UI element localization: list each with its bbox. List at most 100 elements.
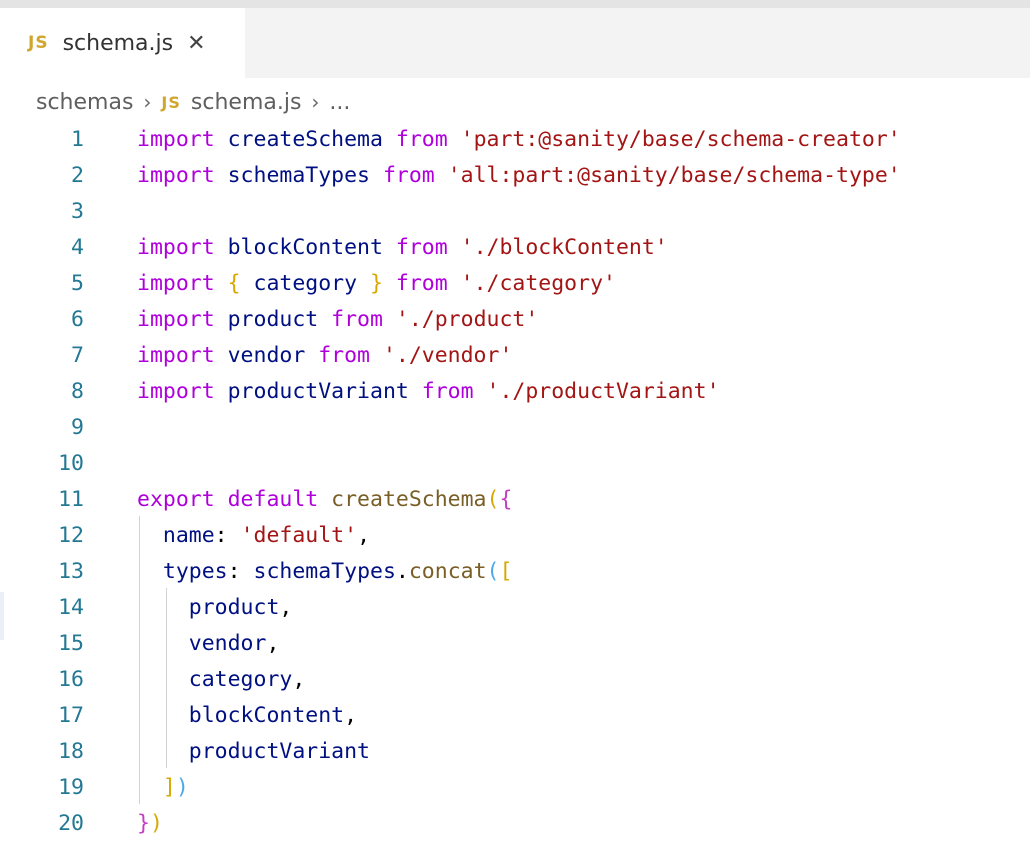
code-line[interactable]: 15 vendor, [0, 626, 1030, 662]
code-token: , [357, 523, 371, 548]
code-token: schemaTypes [253, 559, 396, 584]
code-line[interactable]: 20}) [0, 806, 1030, 842]
code-line[interactable]: 6 import product from './product' [0, 302, 1030, 338]
code-line[interactable]: 17 blockContent, [0, 698, 1030, 734]
code-line[interactable]: 3 [0, 194, 1030, 230]
code-token: } [137, 811, 150, 836]
code-text: name: 'default', [137, 518, 370, 554]
code-text: import blockContent from './blockContent… [137, 230, 668, 266]
code-token: from [395, 271, 461, 296]
tab-label: schema.js [62, 30, 174, 56]
code-token: blockContent [227, 235, 396, 260]
code-token: 'all:part:@sanity/base/schema-type' [447, 163, 901, 188]
breadcrumb-symbol-more[interactable]: ... [329, 90, 350, 115]
code-line[interactable]: 7 import vendor from './vendor' [0, 338, 1030, 374]
close-icon[interactable]: ✕ [187, 31, 205, 56]
code-token: ] [162, 775, 176, 800]
code-line[interactable]: 18 productVariant [0, 734, 1030, 770]
code-token: from [318, 343, 383, 368]
code-token: ( [486, 487, 500, 512]
line-number: 15 [58, 631, 84, 656]
code-text: productVariant [137, 734, 370, 770]
line-number: 13 [58, 559, 84, 584]
code-token: . [395, 559, 409, 584]
code-token: { [227, 271, 254, 296]
code-token: 'default' [240, 523, 358, 548]
line-number: 9 [71, 415, 84, 440]
code-line[interactable]: 11 export default createSchema({ [0, 482, 1030, 518]
code-line[interactable]: 19 ]) [0, 770, 1030, 806]
code-token: './category' [460, 271, 616, 296]
breadcrumb-folder[interactable]: schemas [36, 90, 133, 115]
code-text: import { category } from './category' [137, 266, 616, 302]
line-number: 20 [58, 811, 84, 836]
tab-schema-js[interactable]: JS schema.js ✕ [0, 8, 245, 78]
line-number: 12 [58, 523, 84, 548]
code-token: createSchema [227, 127, 396, 152]
javascript-file-icon: JS [161, 92, 181, 112]
code-token: from [382, 163, 448, 188]
code-token: import [137, 127, 228, 152]
code-token: from [331, 307, 396, 332]
code-token: './product' [395, 307, 539, 332]
code-token: : [227, 559, 254, 584]
code-token: vendor [188, 631, 267, 656]
code-line[interactable]: 1 import createSchema from 'part:@sanity/… [0, 122, 1030, 158]
line-number: 11 [58, 487, 84, 512]
code-token: from [395, 235, 461, 260]
code-token: from [395, 127, 461, 152]
code-token: import [137, 235, 228, 260]
code-token: , [266, 631, 280, 656]
code-token: product [227, 307, 332, 332]
code-token: : [214, 523, 241, 548]
code-text: import product from './product' [137, 302, 538, 338]
code-text: product, [137, 590, 293, 626]
code-token: { [499, 487, 513, 512]
code-token: './productVariant' [486, 379, 720, 404]
code-token: , [292, 667, 306, 692]
code-token: category [188, 667, 293, 692]
code-text: blockContent, [137, 698, 357, 734]
code-token: createSchema [331, 487, 487, 512]
code-editor[interactable]: 1 import createSchema from 'part:@sanity/… [0, 122, 1030, 850]
code-token: 'part:@sanity/base/schema-creator' [460, 127, 901, 152]
code-token: name [162, 523, 215, 548]
chevron-right-icon: › [143, 90, 152, 114]
line-number: 2 [71, 163, 84, 188]
code-line[interactable]: 2 import schemaTypes from 'all:part:@sani… [0, 158, 1030, 194]
code-line[interactable]: 4 import blockContent from './blockConten… [0, 230, 1030, 266]
code-token: export default [137, 487, 332, 512]
line-number: 3 [71, 199, 84, 224]
code-token: import [137, 379, 228, 404]
code-line[interactable]: 8 import productVariant from './productVa… [0, 374, 1030, 410]
code-token: import [137, 343, 228, 368]
line-number: 17 [58, 703, 84, 728]
code-token: vendor [227, 343, 319, 368]
line-number: 6 [71, 307, 84, 332]
code-line[interactable]: 9 [0, 410, 1030, 446]
code-token: import [137, 307, 228, 332]
code-line[interactable]: 5 import { category } from './category' [0, 266, 1030, 302]
code-line[interactable]: 10 [0, 446, 1030, 482]
code-text: import productVariant from './productVar… [137, 374, 720, 410]
code-text: }) [137, 806, 163, 842]
code-line[interactable]: 14 product, [0, 590, 1030, 626]
code-token: ) [149, 811, 163, 836]
code-token: productVariant [227, 379, 422, 404]
code-line[interactable]: 12 name: 'default', [0, 518, 1030, 554]
code-text: export default createSchema({ [137, 482, 512, 518]
breadcrumb-file[interactable]: schema.js [191, 90, 302, 115]
code-line[interactable]: 13 types: schemaTypes.concat([ [0, 554, 1030, 590]
javascript-file-icon: JS [28, 33, 49, 53]
code-token: ( [486, 559, 500, 584]
line-number: 7 [71, 343, 84, 368]
code-line[interactable]: 16 category, [0, 662, 1030, 698]
code-token: category [253, 271, 370, 296]
code-token: ) [175, 775, 189, 800]
line-number: 19 [58, 775, 84, 800]
